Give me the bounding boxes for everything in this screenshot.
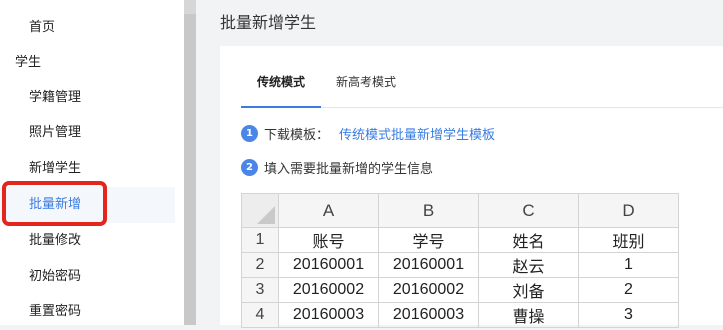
row-number: 1: [241, 227, 279, 253]
sidebar-group-student[interactable]: 学生: [0, 45, 175, 81]
column-header: C: [478, 193, 579, 228]
sidebar: 首页 学生 学籍管理 照片管理 新增学生 批量新增 批量修改 初始密码 重置密码: [0, 0, 184, 325]
sidebar-item-batch-edit[interactable]: 批量修改: [0, 223, 175, 259]
row-number: 2: [241, 252, 279, 278]
table-cell: 20160001: [378, 252, 479, 278]
header-cell-account: 账号: [278, 227, 379, 253]
row-number: 3: [241, 277, 279, 303]
content-card: 传统模式 新高考模式 1 下载模板： 传统模式批量新增学生模板 2 填入需要批量…: [220, 46, 723, 328]
sidebar-item-photos[interactable]: 照片管理: [0, 115, 175, 151]
tab-new-gaokao-mode[interactable]: 新高考模式: [336, 72, 396, 107]
annotation-highlight-box: [2, 181, 107, 226]
table-cell: 3: [578, 302, 679, 328]
table-cell: 20160003: [378, 302, 479, 328]
table-cell: 曹操: [478, 302, 579, 328]
table-cell: 赵云: [478, 252, 579, 278]
sidebar-scrollbar-top: [184, 0, 196, 14]
step-text: 填入需要批量新增的学生信息: [264, 162, 434, 177]
sidebar-item-home[interactable]: 首页: [0, 10, 175, 46]
step-download-template: 1 下载模板： 传统模式批量新增学生模板: [241, 124, 495, 143]
spreadsheet-example: A B C D 1 账号 学号 姓名 班别 2 20160001 2016000…: [241, 193, 679, 328]
sidebar-item-enrollment[interactable]: 学籍管理: [0, 80, 175, 116]
step-fill-info: 2 填入需要批量新增的学生信息: [241, 158, 433, 177]
page-title: 批量新增学生: [220, 13, 317, 32]
table-cell: 20160003: [278, 302, 379, 328]
table-cell: 20160002: [378, 277, 479, 303]
column-header: B: [378, 193, 479, 228]
table-cell: 2: [578, 277, 679, 303]
table-cell: 1: [578, 252, 679, 278]
step-text: 下载模板：: [264, 128, 330, 143]
table-cell: 刘备: [478, 277, 579, 303]
table-cell: 20160001: [278, 252, 379, 278]
download-template-link[interactable]: 传统模式批量新增学生模板: [339, 124, 495, 143]
column-header: A: [278, 193, 379, 228]
tab-traditional-mode[interactable]: 传统模式: [241, 72, 321, 108]
main-content: 批量新增学生 传统模式 新高考模式 1 下载模板： 传统模式批量新增学生模板 2…: [196, 0, 723, 328]
mode-tabs: 传统模式 新高考模式: [241, 72, 723, 108]
header-cell-student-id: 学号: [378, 227, 479, 253]
column-header: D: [578, 193, 679, 228]
spreadsheet-corner: [241, 193, 279, 228]
step-number-badge: 1: [241, 125, 258, 142]
header-cell-class: 班别: [578, 227, 679, 253]
step-number-badge: 2: [241, 159, 258, 176]
sidebar-item-initial-password[interactable]: 初始密码: [0, 259, 175, 295]
sidebar-scrollbar-thumb[interactable]: [184, 0, 196, 325]
table-cell: 20160002: [278, 277, 379, 303]
row-number: 4: [241, 302, 279, 328]
header-cell-name: 姓名: [478, 227, 579, 253]
